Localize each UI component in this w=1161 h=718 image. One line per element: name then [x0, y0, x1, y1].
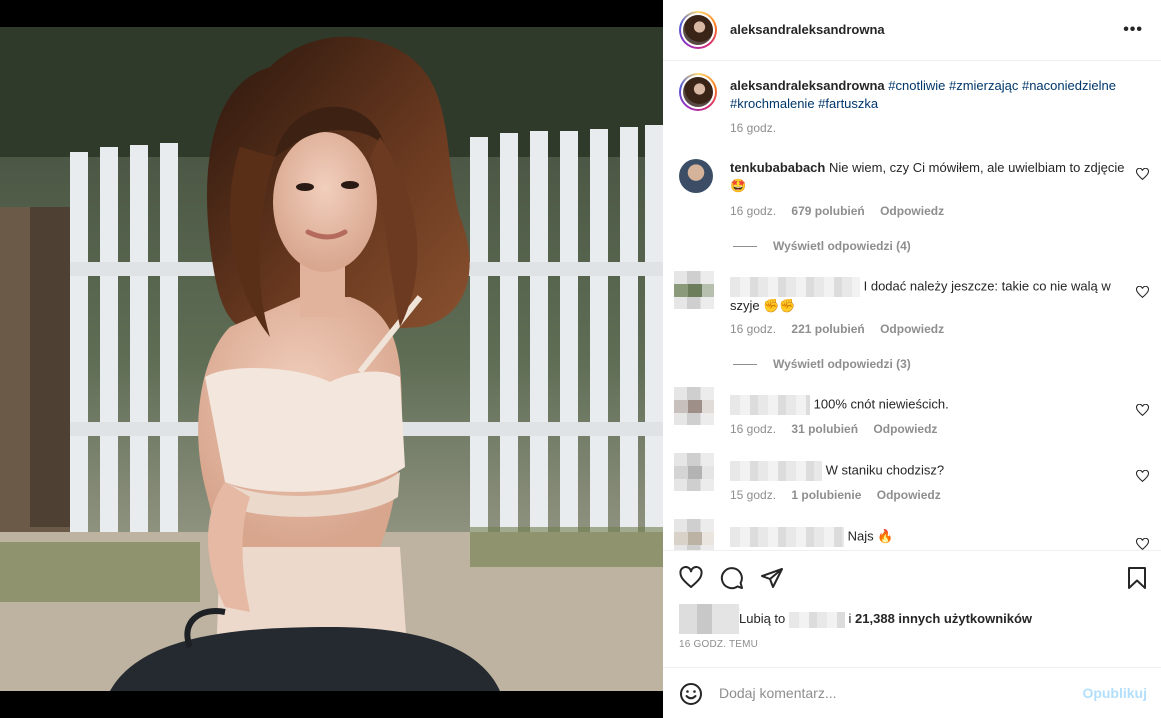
like-comment-heart-icon[interactable] [1136, 286, 1149, 299]
comment-username[interactable]: tenkubababach [730, 160, 825, 175]
post-actions: Lubią to i 21,388 innych użytkowników 16… [663, 550, 1161, 667]
hashtag[interactable]: #krochmalenie [730, 96, 815, 111]
add-comment-bar: Opublikuj [663, 667, 1161, 718]
hashtag[interactable]: #naconiedzielne [1022, 78, 1116, 93]
commenter-avatar[interactable] [679, 159, 713, 193]
comment-body: 100% cnót niewieścich. [813, 396, 949, 412]
likes-connector: i [848, 611, 852, 626]
divider-line [733, 364, 757, 366]
reply-button[interactable]: Odpowiedz [873, 422, 937, 436]
likes-text: Lubią to i 21,388 innych użytkowników [739, 611, 1032, 628]
blurred-username [788, 611, 845, 628]
post-details-panel: aleksandraleksandrowna ••• aleksandralek… [663, 0, 1161, 718]
comment-item: W staniku chodzisz? 15 godz. 1 polubieni… [663, 453, 1161, 509]
comment-meta: 16 godz. 221 polubień Odpowiedz [730, 322, 956, 336]
comment-likes[interactable]: 679 polubień [791, 204, 864, 218]
reply-button[interactable]: Odpowiedz [877, 488, 941, 502]
like-comment-heart-icon[interactable] [1136, 168, 1149, 181]
hashtag[interactable]: #cnotliwie [888, 78, 945, 93]
post-header: aleksandraleksandrowna ••• [663, 0, 1161, 61]
caption-time: 16 godz. [730, 121, 777, 135]
view-replies-button[interactable]: Wyświetl odpowiedzi (4) [733, 239, 911, 253]
bookmark-icon[interactable] [1125, 566, 1149, 590]
comment-text: 100% cnót niewieścich. [730, 395, 1125, 415]
hashtag[interactable]: #zmierzając [949, 78, 1018, 93]
like-comment-heart-icon[interactable] [1136, 404, 1149, 417]
comment-text: tenkubababach Nie wiem, czy Ci mówiłem, … [730, 159, 1125, 195]
post-comment-button[interactable]: Opublikuj [1082, 685, 1147, 701]
post-timestamp[interactable]: 16 GODZ. TEMU [679, 639, 758, 650]
comment-text: Najs 🔥 [730, 527, 1125, 547]
comment-likes[interactable]: 31 polubień [791, 422, 858, 436]
hashtag[interactable]: #fartuszka [818, 96, 878, 111]
comment-likes[interactable]: 1 polubienie [791, 488, 861, 502]
comment-icon[interactable] [720, 566, 744, 590]
commenter-avatar-blurred[interactable] [674, 271, 714, 309]
blurred-username [730, 277, 860, 297]
smiley-icon[interactable] [679, 682, 703, 706]
comment-input[interactable] [719, 680, 1069, 706]
comment-time: 16 godz. [730, 422, 777, 436]
caption-avatar[interactable] [679, 73, 717, 111]
likes-others[interactable]: 21,388 innych użytkowników [855, 611, 1032, 626]
blurred-username [730, 461, 822, 481]
more-options-icon[interactable]: ••• [1123, 21, 1143, 39]
blurred-username [730, 527, 844, 547]
heart-icon[interactable] [679, 566, 703, 590]
post-image [0, 27, 663, 691]
post-photo[interactable] [0, 27, 663, 691]
paper-plane-icon[interactable] [760, 566, 784, 590]
liker-avatars-blurred [679, 604, 739, 634]
comment-body: W staniku chodzisz? [825, 462, 945, 478]
view-replies-button[interactable]: Wyświetl odpowiedzi (3) [733, 357, 911, 371]
post-caption: aleksandraleksandrowna #cnotliwie #zmier… [663, 73, 1161, 143]
commenter-avatar-blurred[interactable] [674, 387, 714, 425]
like-comment-heart-icon[interactable] [1136, 538, 1149, 550]
comment-likes[interactable]: 221 polubień [791, 322, 864, 336]
comment-time: 16 godz. [730, 204, 777, 218]
reply-button[interactable]: Odpowiedz [880, 204, 944, 218]
comment-item: I dodać należy jeszcze: takie co nie wal… [663, 269, 1161, 379]
author-username[interactable]: aleksandraleksandrowna [730, 22, 885, 37]
comment-item: Najs 🔥 [663, 519, 1161, 550]
like-comment-heart-icon[interactable] [1136, 470, 1149, 483]
comment-time: 15 godz. [730, 488, 777, 502]
divider-line [733, 246, 757, 248]
likes-prefix: Lubią to [739, 611, 786, 626]
comment-item: tenkubababach Nie wiem, czy Ci mówiłem, … [663, 157, 1161, 257]
blurred-username [730, 395, 810, 415]
post-photo-pane [0, 0, 663, 718]
comment-time: 16 godz. [730, 322, 777, 336]
commenter-avatar-blurred[interactable] [674, 519, 714, 550]
comment-text: I dodać należy jeszcze: takie co nie wal… [730, 277, 1125, 315]
caption-text: aleksandraleksandrowna #cnotliwie #zmier… [730, 77, 1125, 113]
comment-item: 100% cnót niewieścich. 16 godz. 31 polub… [663, 387, 1161, 443]
comment-meta: 16 godz. 31 polubień Odpowiedz [730, 422, 949, 436]
reply-button[interactable]: Odpowiedz [880, 322, 944, 336]
author-avatar[interactable] [679, 11, 717, 49]
comment-body: Najs 🔥 [847, 528, 894, 544]
comment-meta: 15 godz. 1 polubienie Odpowiedz [730, 488, 953, 502]
comments-list[interactable]: aleksandraleksandrowna #cnotliwie #zmier… [663, 61, 1161, 550]
comment-text: W staniku chodzisz? [730, 461, 1125, 481]
caption-username[interactable]: aleksandraleksandrowna [730, 78, 885, 93]
comment-meta: 16 godz. 679 polubień Odpowiedz [730, 204, 956, 218]
commenter-avatar-blurred[interactable] [674, 453, 714, 491]
